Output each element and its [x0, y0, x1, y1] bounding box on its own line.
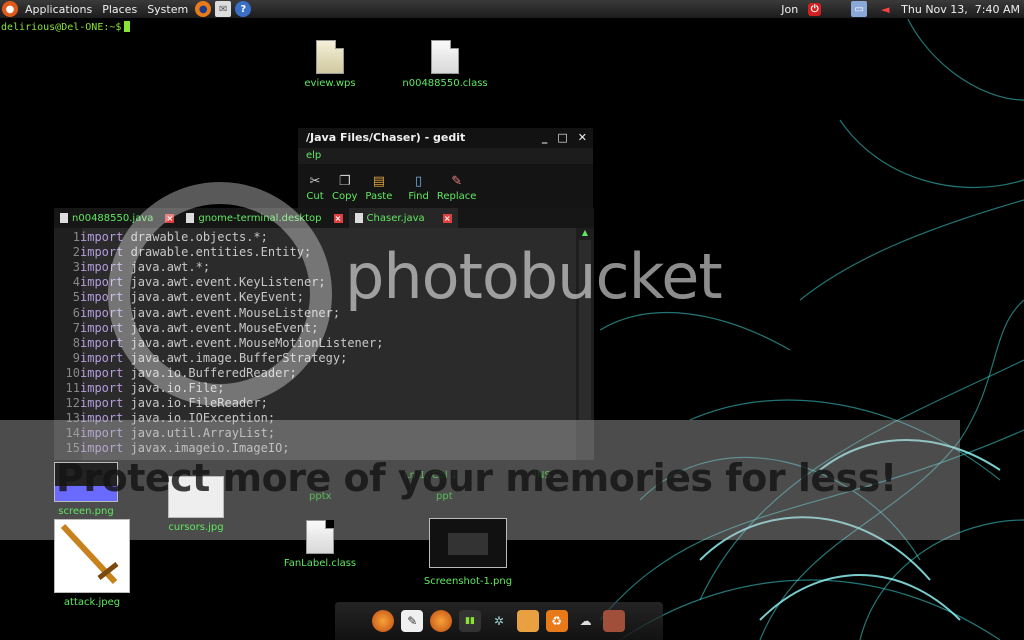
window-controls: _ □ ✕ — [542, 128, 587, 148]
desktop-icon-class-file[interactable]: n00488550.class — [398, 40, 492, 89]
find-label: Find — [408, 191, 429, 202]
cut-label: Cut — [306, 191, 324, 202]
firefox-icon-2[interactable] — [430, 610, 453, 632]
gedit-menubar: elp — [298, 148, 593, 164]
copy-button[interactable]: ❐ Copy — [332, 173, 358, 203]
weather-icon[interactable]: ☁ — [575, 610, 597, 632]
gedit-titlebar[interactable]: /Java Files/Chaser) - gedit _ □ ✕ — [298, 128, 593, 148]
desktop-icon-label: cursors.jpg — [168, 522, 224, 533]
clock[interactable]: Thu Nov 13, 7:40 AM — [901, 3, 1020, 16]
find-button[interactable]: ▯ Find — [408, 173, 429, 203]
paste-button[interactable]: ▤ Paste — [365, 173, 393, 203]
network-icon[interactable]: ▭ — [851, 1, 868, 17]
ubuntu-logo-icon[interactable]: ● — [2, 1, 18, 17]
folder-icon[interactable] — [516, 610, 539, 632]
line-number: 6 — [72, 305, 80, 320]
settings-icon[interactable]: ✲ — [488, 610, 510, 632]
menu-help[interactable]: elp — [306, 150, 321, 161]
tab-close-icon[interactable]: × — [333, 213, 343, 223]
line-number: 2 — [72, 245, 80, 260]
line-number: 12 — [65, 396, 80, 411]
image-thumbnail — [54, 519, 130, 593]
document-icon — [60, 213, 68, 223]
desktop-icon-label: eview.wps — [304, 78, 356, 89]
firefox-icon[interactable] — [372, 610, 395, 632]
power-icon[interactable]: ⏻ — [808, 2, 822, 16]
terminal-cursor — [124, 21, 131, 32]
mail-launcher-icon[interactable]: ✉ — [215, 1, 232, 17]
desktop-icon-screenshot-png[interactable]: Screenshot-1.png — [420, 518, 516, 587]
copy-icon: ❐ — [338, 173, 351, 189]
close-icon[interactable]: ✕ — [578, 128, 587, 148]
line-number: 5 — [72, 290, 80, 305]
presentation-icon[interactable] — [603, 610, 626, 632]
panel-tray: Jon ⏻ ▭ ◄ Thu Nov 13, 7:40 AM — [781, 1, 1024, 17]
line-number: 1 — [72, 230, 80, 244]
line-number: 4 — [72, 275, 80, 290]
desktop-icon-label: Screenshot-1.png — [423, 576, 513, 587]
line-number: 11 — [65, 381, 80, 395]
desktop-icon-label: screen.png — [58, 506, 114, 517]
tab-close-icon[interactable]: × — [442, 213, 452, 223]
replace-icon: ✎ — [451, 173, 463, 189]
tab-label: Chaser.java — [366, 212, 425, 224]
scroll-up-icon[interactable]: ▲ — [576, 228, 594, 237]
terminal-icon[interactable]: ▮▮ — [459, 610, 482, 632]
menu-system[interactable]: System — [142, 0, 193, 19]
prompt-text: delirious@Del-ONE:~$ — [1, 22, 122, 33]
replace-button[interactable]: ✎ Replace — [436, 173, 477, 203]
desktop-icon-attack-jpeg[interactable]: attack.jpeg — [52, 519, 132, 608]
menu-applications[interactable]: Applications — [20, 0, 97, 19]
code-keyword: import — [80, 350, 124, 365]
dock: ✎ ▮▮ ✲ ♻ ☁ — [335, 602, 663, 640]
code-keyword: import — [80, 365, 124, 380]
gedit-toolbar: ✂ Cut ❐ Copy ▤ Paste ▯ Find ✎ Replace — [298, 164, 593, 208]
menu-places[interactable]: Places — [97, 0, 142, 19]
top-panel: ● Applications Places System ● ✉ ? Jon ⏻… — [0, 0, 1024, 19]
desktop-icon-label: FanLabel.class — [283, 558, 357, 569]
document-icon — [431, 40, 459, 74]
line-number: 3 — [72, 260, 80, 275]
scissors-icon: ✂ — [309, 173, 321, 189]
line-number: 9 — [72, 350, 80, 365]
code-keyword: import — [80, 381, 124, 395]
desktop-icon-label: attack.jpeg — [63, 597, 121, 608]
code-keyword: import — [80, 396, 124, 411]
copy-label: Copy — [332, 191, 358, 202]
volume-muted-icon[interactable]: ◄ — [877, 1, 893, 17]
watermark-logo-ring — [108, 182, 332, 406]
clipboard-icon: ▤ — [372, 173, 386, 189]
help-launcher-icon[interactable]: ? — [235, 1, 252, 17]
sword-image — [60, 523, 119, 585]
tab-chaser-java[interactable]: Chaser.java × — [348, 208, 458, 228]
trash-icon[interactable]: ♻ — [545, 610, 568, 632]
line-number: 8 — [72, 335, 80, 350]
line-number: 7 — [72, 320, 80, 335]
paste-label: Paste — [365, 191, 393, 202]
cut-button[interactable]: ✂ Cut — [306, 173, 324, 203]
document-icon — [306, 520, 334, 554]
user-switcher[interactable]: Jon — [781, 3, 798, 16]
find-icon: ▯ — [415, 173, 423, 189]
desktop-icon-label: n00488550.class — [402, 78, 488, 89]
document-icon — [354, 213, 363, 223]
image-thumbnail — [429, 518, 507, 568]
replace-label: Replace — [436, 191, 477, 202]
document-icon — [316, 40, 344, 74]
watermark-logo-text: photobucket — [345, 240, 723, 313]
firefox-launcher-icon[interactable]: ● — [195, 1, 212, 17]
code-keyword: import — [80, 230, 124, 244]
minimize-icon[interactable]: _ — [542, 128, 548, 148]
desktop-icon-preview-wps[interactable]: eview.wps — [300, 40, 360, 89]
desktop-icon-fanlabel-class[interactable]: FanLabel.class — [278, 520, 362, 569]
terminal-prompt[interactable]: delirious@Del-ONE:~$ — [1, 21, 131, 33]
text-editor-icon[interactable]: ✎ — [401, 610, 424, 632]
line-number: 10 — [65, 365, 80, 380]
window-title: /Java Files/Chaser) - gedit — [306, 131, 466, 144]
maximize-icon[interactable]: □ — [557, 128, 567, 148]
watermark-banner-text: Protect more of your memories for less! — [56, 456, 897, 500]
